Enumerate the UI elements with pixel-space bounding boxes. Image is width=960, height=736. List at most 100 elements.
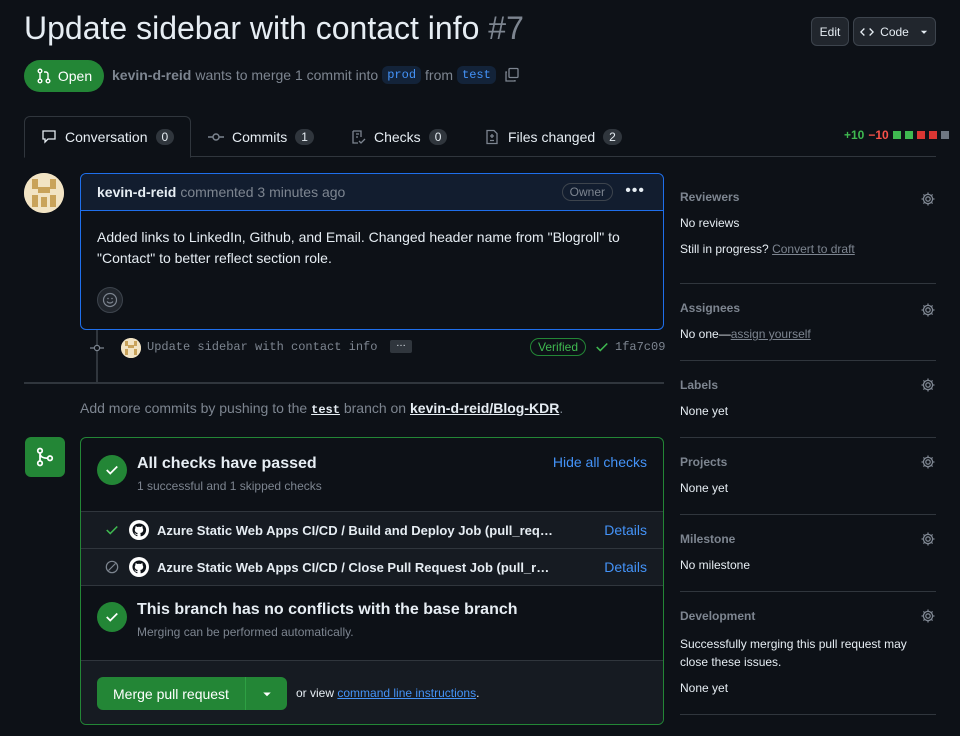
hide-checks-link[interactable]: Hide all checks <box>553 454 647 470</box>
tab-count: 0 <box>155 129 175 145</box>
or-view-label: or view <box>296 686 335 700</box>
assign-yourself-link[interactable]: assign yourself <box>731 327 811 341</box>
tab-commits[interactable]: Commits 1 <box>192 116 330 157</box>
convert-to-draft-link[interactable]: Convert to draft <box>772 242 855 256</box>
tab-checks[interactable]: Checks 0 <box>334 116 463 157</box>
lines-removed: −10 <box>868 128 889 142</box>
no-one-text: No one— <box>680 327 731 341</box>
push-note-text: Add more commits by pushing to the <box>80 400 308 416</box>
commit-status: 1fa7c09 <box>595 340 665 354</box>
command-line-link[interactable]: command line instructions <box>337 686 476 700</box>
check-success-icon <box>104 523 120 537</box>
comment-author[interactable]: kevin-d-reid <box>97 184 176 200</box>
git-merge-icon <box>25 437 65 477</box>
push-note-branch[interactable]: test <box>311 403 340 417</box>
comment-icon <box>42 130 56 144</box>
caret-down-icon <box>262 692 271 696</box>
tab-label: Conversation <box>65 129 148 145</box>
add-reaction-button[interactable] <box>97 287 123 313</box>
check-run-item: Azure Static Web Apps CI/CD / Close Pull… <box>81 548 663 585</box>
sidebar-reviewers: Reviewers No reviews Still in progress? … <box>680 176 936 284</box>
diff-block <box>892 131 901 139</box>
skipped-icon <box>104 560 120 574</box>
pr-state-label: Open <box>57 68 93 84</box>
commit-message-link[interactable]: Update sidebar with contact info <box>147 340 377 354</box>
sidebar-labels: Labels None yet <box>680 361 936 438</box>
copy-icon[interactable] <box>504 67 520 83</box>
gear-icon[interactable] <box>920 377 936 393</box>
tab-label: Files changed <box>508 128 596 145</box>
pr-meta: kevin-d-reid wants to merge 1 commit int… <box>112 66 520 84</box>
sidebar-title: Assignees <box>680 301 741 315</box>
check-details-link[interactable]: Details <box>604 559 647 575</box>
conflicts-subtitle: Merging can be performed automatically. <box>137 625 354 639</box>
avatar-identicon <box>24 173 64 213</box>
conflicts-title: This branch has no conflicts with the ba… <box>137 601 518 618</box>
checks-title: All checks have passed <box>137 455 317 472</box>
assignees-text: No one—assign yourself <box>680 327 811 341</box>
sidebar-assignees: Assignees No one—assign yourself <box>680 284 936 361</box>
diff-block <box>904 131 913 139</box>
or-view-text: or view command line instructions. <box>296 686 479 700</box>
edit-button[interactable]: Edit <box>811 17 849 46</box>
labels-value: None yet <box>680 404 729 418</box>
diffstat: +10 −10 <box>844 128 949 142</box>
file-diff-icon <box>486 129 498 144</box>
development-text: Successfully merging this pull request m… <box>680 637 907 669</box>
pr-state-badge: Open <box>24 60 104 92</box>
conflicts-section: This branch has no conflicts with the ba… <box>81 585 663 660</box>
owner-badge: Owner <box>561 183 613 201</box>
gear-icon[interactable] <box>920 191 936 207</box>
comment-card: kevin-d-reid commented 3 minutes ago Own… <box>80 173 664 330</box>
repo-link[interactable]: kevin-d-reid/Blog-KDR <box>410 400 559 416</box>
pr-author-link[interactable]: kevin-d-reid <box>112 67 191 83</box>
avatar[interactable] <box>24 173 64 213</box>
verified-badge[interactable]: Verified <box>530 338 587 356</box>
checks-subtitle: 1 successful and 1 skipped checks <box>137 479 322 493</box>
pull-request-icon <box>37 68 51 84</box>
expand-commit-button[interactable]: … <box>390 339 412 353</box>
base-branch[interactable]: prod <box>382 66 422 84</box>
sidebar-milestone: Milestone No milestone <box>680 515 936 592</box>
github-icon <box>129 520 149 540</box>
check-details-link[interactable]: Details <box>604 522 647 538</box>
check-circle-icon <box>97 455 127 485</box>
kebab-menu-icon[interactable]: ••• <box>625 182 645 200</box>
merge-pull-request-button[interactable]: Merge pull request <box>97 677 246 710</box>
merge-button-group: Merge pull request <box>97 677 287 710</box>
smiley-icon <box>102 292 118 308</box>
comment-timestamp[interactable]: commented 3 minutes ago <box>180 184 345 200</box>
diff-block <box>940 131 949 139</box>
gear-icon[interactable] <box>920 454 936 470</box>
check-icon[interactable] <box>595 340 609 354</box>
checklist-icon <box>352 129 366 144</box>
gear-icon[interactable] <box>920 531 936 547</box>
pr-tabs: Conversation 0 Commits 1 Checks 0 Files … <box>24 116 936 158</box>
commit-avatar[interactable] <box>121 338 141 358</box>
push-note-end: . <box>559 400 564 416</box>
timeline-commit: Update sidebar with contact info … Verif… <box>88 337 665 359</box>
merge-options-button[interactable] <box>246 677 287 710</box>
pr-meta-text: wants to merge 1 commit into <box>195 67 379 83</box>
head-branch[interactable]: test <box>457 66 496 84</box>
tab-conversation[interactable]: Conversation 0 <box>24 116 192 158</box>
code-button-label: Code <box>880 24 909 39</box>
development-value: None yet <box>680 681 729 695</box>
pr-title-text: Update sidebar with contact info <box>24 10 480 46</box>
tab-count: 1 <box>295 128 314 145</box>
check-run-name: Azure Static Web Apps CI/CD / Build and … <box>157 522 555 538</box>
gear-icon[interactable] <box>920 608 936 624</box>
code-button[interactable]: Code <box>853 17 936 46</box>
in-progress-text: Still in progress? <box>680 242 769 256</box>
commit-icon <box>90 344 104 352</box>
projects-value: None yet <box>680 481 729 495</box>
milestone-value: No milestone <box>680 558 751 572</box>
code-icon <box>860 27 875 36</box>
gear-icon[interactable] <box>920 302 936 318</box>
check-run-item: Azure Static Web Apps CI/CD / Build and … <box>81 511 663 548</box>
tab-files-changed[interactable]: Files changed 2 <box>468 116 638 157</box>
merge-branch-icon <box>36 447 54 467</box>
tab-label: Checks <box>374 128 421 145</box>
commit-sha-link[interactable]: 1fa7c09 <box>615 340 665 354</box>
push-note: Add more commits by pushing to the test … <box>80 400 563 417</box>
